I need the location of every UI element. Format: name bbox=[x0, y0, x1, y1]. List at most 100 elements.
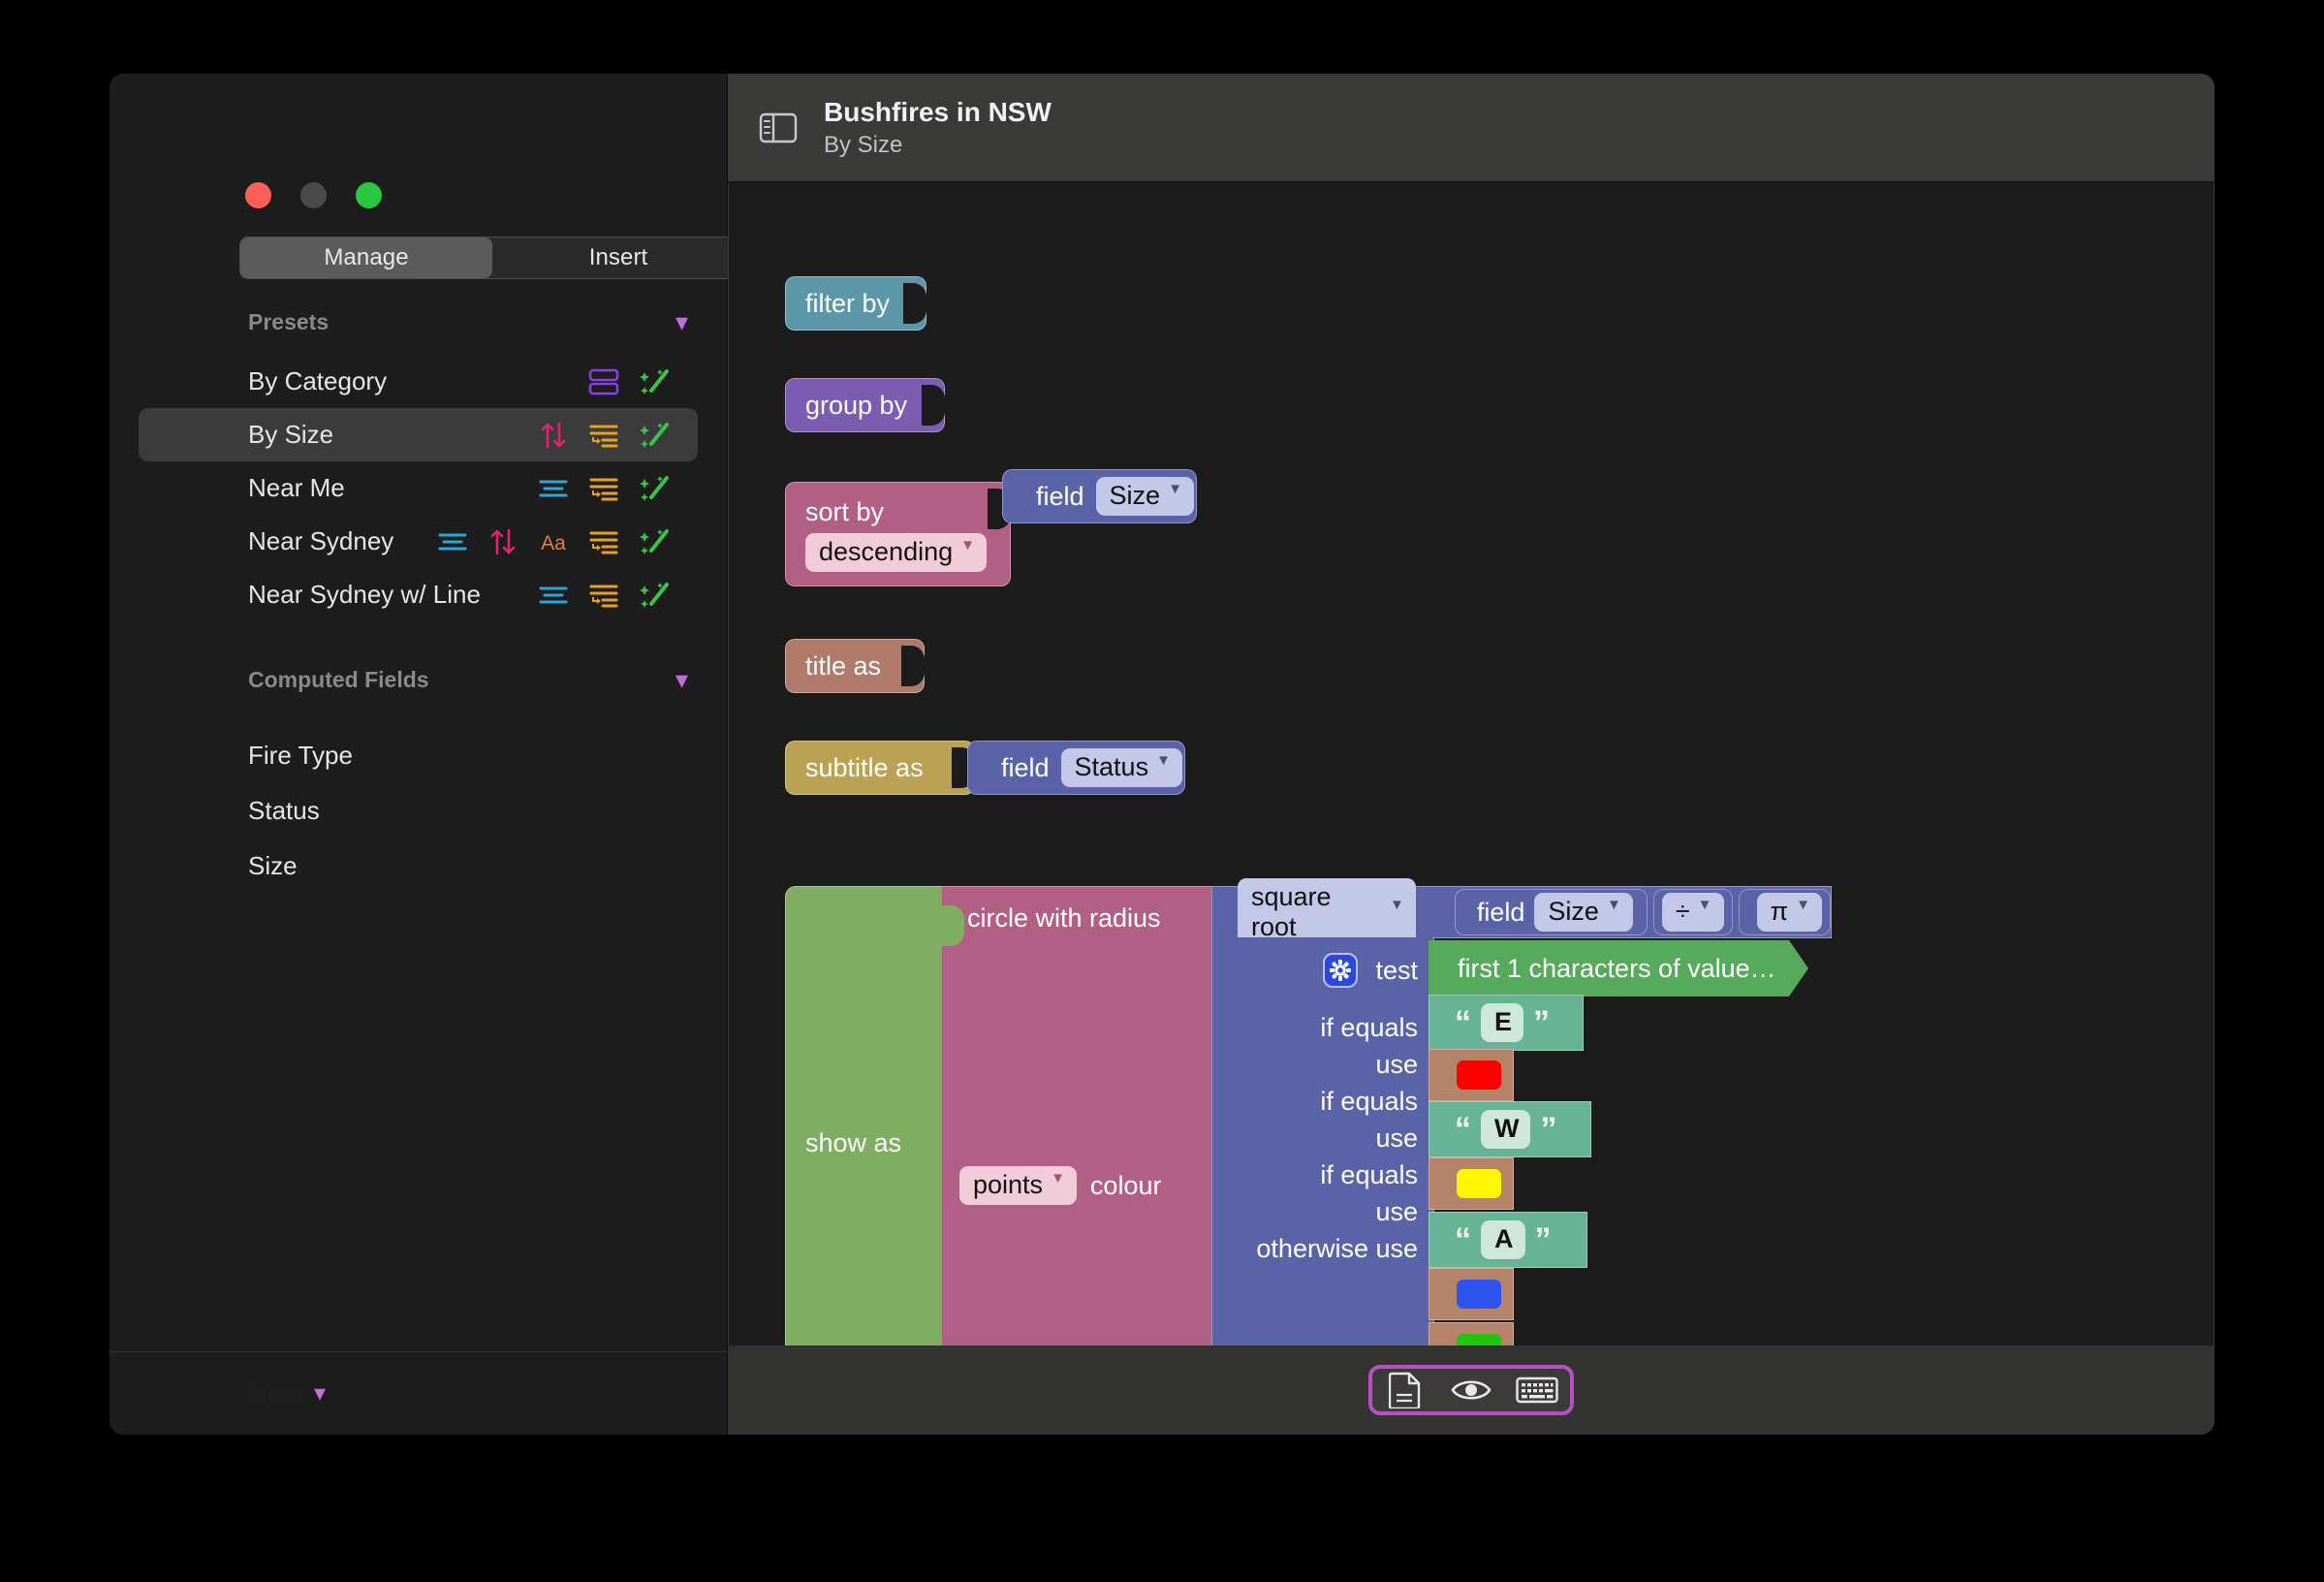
computed-field-label: Fire Type bbox=[248, 741, 353, 770]
magic-wand-icon bbox=[640, 528, 669, 554]
filter-lines-icon bbox=[539, 586, 568, 603]
sort-direction-value: descending bbox=[819, 536, 954, 566]
block-label: field bbox=[1036, 481, 1084, 511]
zoom-button[interactable] bbox=[356, 182, 382, 208]
block-group-by[interactable]: group by bbox=[785, 378, 945, 432]
cond-value-input[interactable]: W bbox=[1481, 1110, 1531, 1149]
preset-item-by-size[interactable]: By Size bbox=[139, 408, 698, 461]
connector-notch bbox=[922, 385, 945, 426]
preset-item-by-category[interactable]: By Category bbox=[139, 355, 698, 408]
close-button[interactable] bbox=[245, 182, 271, 208]
presets-section-header[interactable]: Presets ▾ bbox=[110, 302, 727, 341]
magic-wand-icon bbox=[640, 475, 669, 501]
computed-field-fire-type[interactable]: Fire Type bbox=[110, 728, 727, 783]
close-quote-icon: ” bbox=[1534, 1220, 1552, 1258]
filter-lines-icon bbox=[539, 480, 568, 496]
field-value: Size bbox=[1109, 481, 1161, 510]
block-test-expression[interactable]: first 1 characters of value… bbox=[1429, 940, 1808, 997]
magic-wand-icon bbox=[640, 422, 669, 448]
computed-field-size[interactable]: Size bbox=[110, 838, 727, 894]
cond-value-input[interactable]: A bbox=[1481, 1220, 1525, 1259]
block-filter-by[interactable]: filter by bbox=[785, 276, 926, 331]
computed-field-status[interactable]: Status bbox=[110, 783, 727, 838]
sidebar: Manage Insert Presets ▾ By Category By S… bbox=[110, 74, 745, 1435]
preset-item-near-sydney-w-line[interactable]: Near Sydney w/ Line bbox=[139, 568, 698, 621]
constant-dropdown[interactable]: π ▼ bbox=[1756, 893, 1822, 932]
block-operator[interactable]: ÷ ▼ bbox=[1652, 889, 1733, 935]
preview-button[interactable] bbox=[1438, 1369, 1504, 1411]
minimize-button[interactable] bbox=[300, 182, 327, 208]
main-header: Bushfires in NSW By Size bbox=[728, 74, 2214, 182]
chevron-down-icon[interactable]: ▾ bbox=[675, 309, 688, 334]
block-field-size-radius[interactable]: field Size ▼ bbox=[1454, 889, 1648, 935]
shape-dropdown[interactable]: points ▼ bbox=[959, 1166, 1077, 1205]
colour-swatch-yellow[interactable] bbox=[1457, 1169, 1501, 1198]
field-dropdown[interactable]: Status ▼ bbox=[1060, 748, 1182, 787]
chevron-down-icon[interactable]: ▾ bbox=[314, 1381, 326, 1406]
new-button[interactable]: New bbox=[248, 1378, 302, 1409]
block-use-colour-yellow[interactable] bbox=[1429, 1157, 1514, 1210]
preset-item-near-me[interactable]: Near Me bbox=[139, 461, 698, 515]
page-title: Bushfires in NSW bbox=[824, 96, 1052, 127]
colour-swatch-green[interactable] bbox=[1457, 1334, 1501, 1345]
block-field-size-sort[interactable]: field Size ▼ bbox=[1002, 469, 1197, 523]
tab-manage[interactable]: Manage bbox=[240, 237, 492, 278]
field-dropdown[interactable]: Size ▼ bbox=[1095, 477, 1194, 516]
block-otherwise-colour-green[interactable] bbox=[1429, 1322, 1514, 1345]
computed-fields-section-title: Computed Fields bbox=[248, 666, 429, 692]
chevron-down-icon: ▼ bbox=[1796, 897, 1810, 913]
block-subtitle-as[interactable]: subtitle as bbox=[785, 741, 975, 795]
block-use-colour-blue[interactable] bbox=[1429, 1268, 1514, 1320]
block-sort-by[interactable]: sort by descending ▼ bbox=[785, 482, 1011, 586]
indent-list-icon bbox=[589, 585, 618, 607]
block-show-as[interactable]: show as bbox=[785, 886, 944, 1345]
magic-wand-icon bbox=[640, 368, 669, 395]
operation-value: square root bbox=[1251, 881, 1332, 941]
row-label-otherwise-use: otherwise use bbox=[1256, 1234, 1418, 1263]
sort-direction-dropdown[interactable]: descending ▼ bbox=[805, 532, 987, 572]
sidebar-toggle-icon[interactable] bbox=[759, 111, 798, 144]
preset-label: Near Me bbox=[248, 473, 345, 502]
colour-swatch-blue[interactable] bbox=[1457, 1280, 1501, 1309]
operator-dropdown[interactable]: ÷ ▼ bbox=[1661, 893, 1724, 932]
mode-segmented-control: Manage Insert bbox=[239, 237, 745, 279]
block-cond-value-a[interactable]: “ A ” bbox=[1429, 1212, 1587, 1268]
row-label-if-equals-1: if equals bbox=[1320, 1013, 1418, 1042]
shape-row: points ▼ colour bbox=[959, 1166, 1161, 1205]
gear-icon[interactable] bbox=[1323, 953, 1359, 988]
block-label: subtitle as bbox=[805, 752, 924, 782]
block-cond-value-e[interactable]: “ E ” bbox=[1429, 995, 1584, 1051]
chevron-down-icon: ▼ bbox=[1156, 752, 1171, 769]
block-field-status[interactable]: field Status ▼ bbox=[967, 741, 1185, 795]
computed-fields-section-header[interactable]: Computed Fields ▾ bbox=[110, 660, 727, 699]
block-label: show as bbox=[805, 1128, 902, 1157]
preset-label: Near Sydney bbox=[248, 526, 394, 555]
row-label-use-1: use bbox=[1375, 1050, 1418, 1079]
document-button[interactable] bbox=[1372, 1369, 1438, 1411]
operation-dropdown[interactable]: square root ▼ bbox=[1238, 877, 1416, 947]
block-points-colour[interactable]: circle with radius points ▼ colour bbox=[941, 886, 1216, 1345]
block-canvas[interactable]: filter by group by sort by descending ▼ bbox=[728, 182, 2214, 1345]
block-label: filter by bbox=[805, 288, 891, 318]
preset-icons: Aa bbox=[436, 527, 671, 556]
colour-swatch-red[interactable] bbox=[1457, 1060, 1501, 1090]
block-label: field bbox=[1476, 897, 1525, 927]
open-quote-icon: “ bbox=[1455, 1003, 1471, 1041]
preset-item-near-sydney[interactable]: Near Sydney Aa bbox=[139, 515, 698, 568]
block-title-as[interactable]: title as bbox=[785, 639, 925, 693]
block-label: title as bbox=[805, 650, 882, 680]
block-use-colour-red[interactable] bbox=[1429, 1049, 1514, 1101]
block-constant[interactable]: π ▼ bbox=[1738, 889, 1831, 935]
tab-insert[interactable]: Insert bbox=[492, 237, 744, 278]
test-expression-label: first 1 characters of value… bbox=[1458, 953, 1776, 983]
field-dropdown[interactable]: Size ▼ bbox=[1534, 893, 1633, 932]
keyboard-button[interactable] bbox=[1504, 1369, 1570, 1411]
keyboard-icon bbox=[1516, 1376, 1558, 1404]
chevron-down-icon: ▼ bbox=[1051, 1170, 1065, 1186]
cond-value-input[interactable]: E bbox=[1481, 1003, 1524, 1042]
chevron-down-icon[interactable]: ▾ bbox=[675, 667, 688, 692]
view-mode-toolbar bbox=[1368, 1365, 1574, 1415]
block-radius-expression[interactable]: square root ▼ field Size ▼ ÷ ▼ π ▼ bbox=[1211, 877, 1832, 947]
block-cond-value-w[interactable]: “ W ” bbox=[1429, 1101, 1591, 1157]
block-conditional[interactable]: test if equals use if equals use if equa… bbox=[1211, 937, 1434, 1345]
